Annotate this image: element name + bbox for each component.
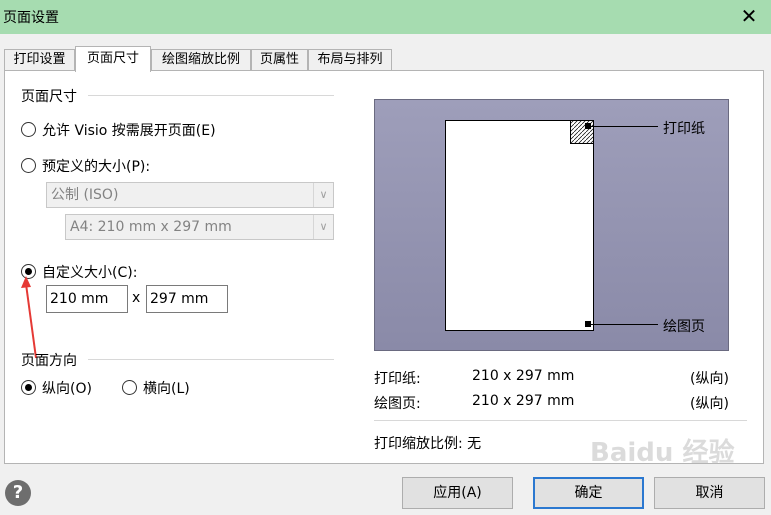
drawing-page-leader bbox=[591, 324, 658, 325]
drawing-page-orientation: (纵向) bbox=[690, 396, 729, 412]
tab-page-size[interactable]: 页面尺寸 bbox=[75, 46, 151, 72]
size-select[interactable]: A4: 210 mm x 297 mm ∨ bbox=[65, 214, 334, 240]
portrait-radio[interactable] bbox=[21, 380, 36, 395]
drawing-page-callout: 绘图页 bbox=[663, 319, 705, 335]
section-divider bbox=[88, 359, 334, 360]
window-title: 页面设置 bbox=[3, 10, 59, 26]
section-divider bbox=[88, 95, 334, 96]
chevron-down-icon: ∨ bbox=[313, 215, 333, 239]
cancel-button[interactable]: 取消 bbox=[654, 477, 765, 509]
preview-sheet bbox=[445, 120, 594, 331]
chevron-down-icon: ∨ bbox=[313, 183, 333, 207]
tab-drawing-scale[interactable]: 绘图缩放比例 bbox=[151, 49, 251, 71]
drawing-page-label: 绘图页: bbox=[374, 396, 421, 412]
portrait-label: 纵向(O) bbox=[42, 381, 92, 397]
tab-print-settings[interactable]: 打印设置 bbox=[4, 49, 75, 71]
printer-paper-leader bbox=[591, 126, 658, 127]
drawing-page-size: 210 x 297 mm bbox=[472, 393, 575, 409]
info-divider bbox=[374, 420, 747, 421]
close-icon[interactable]: ✕ bbox=[737, 4, 761, 28]
expand-page-radio[interactable] bbox=[21, 122, 36, 137]
predefined-size-label: 预定义的大小(P): bbox=[42, 159, 151, 175]
apply-button[interactable]: 应用(A) bbox=[402, 477, 513, 509]
ok-button[interactable]: 确定 bbox=[533, 477, 644, 509]
custom-size-label: 自定义大小(C): bbox=[42, 265, 138, 281]
landscape-label: 横向(L) bbox=[143, 381, 190, 397]
size-select-value: A4: 210 mm x 297 mm bbox=[70, 219, 232, 235]
printer-paper-callout: 打印纸 bbox=[663, 121, 705, 137]
custom-height-input[interactable]: 297 mm bbox=[146, 285, 228, 313]
standard-select-value: 公制 (ISO) bbox=[51, 187, 119, 203]
tab-layout-routing[interactable]: 布局与排列 bbox=[308, 49, 392, 71]
orientation-section-title: 页面方向 bbox=[21, 353, 77, 369]
title-bar: 页面设置 ✕ bbox=[0, 0, 771, 34]
watermark-logo: Baidu 经验 bbox=[590, 438, 735, 468]
standard-select[interactable]: 公制 (ISO) ∨ bbox=[46, 182, 334, 208]
landscape-radio[interactable] bbox=[122, 380, 137, 395]
predefined-size-radio[interactable] bbox=[21, 158, 36, 173]
dimension-separator: x bbox=[132, 290, 141, 306]
page-size-section-title: 页面尺寸 bbox=[21, 89, 77, 105]
expand-page-label: 允许 Visio 按需展开页面(E) bbox=[42, 123, 216, 139]
print-zoom-text: 打印缩放比例: 无 bbox=[374, 436, 482, 452]
printer-paper-label: 打印纸: bbox=[374, 371, 421, 387]
printer-paper-size: 210 x 297 mm bbox=[472, 368, 575, 384]
custom-width-input[interactable]: 210 mm bbox=[46, 285, 128, 313]
help-icon[interactable]: ? bbox=[5, 480, 31, 506]
tab-page-properties[interactable]: 页属性 bbox=[251, 49, 308, 71]
printer-paper-orientation: (纵向) bbox=[690, 371, 729, 387]
